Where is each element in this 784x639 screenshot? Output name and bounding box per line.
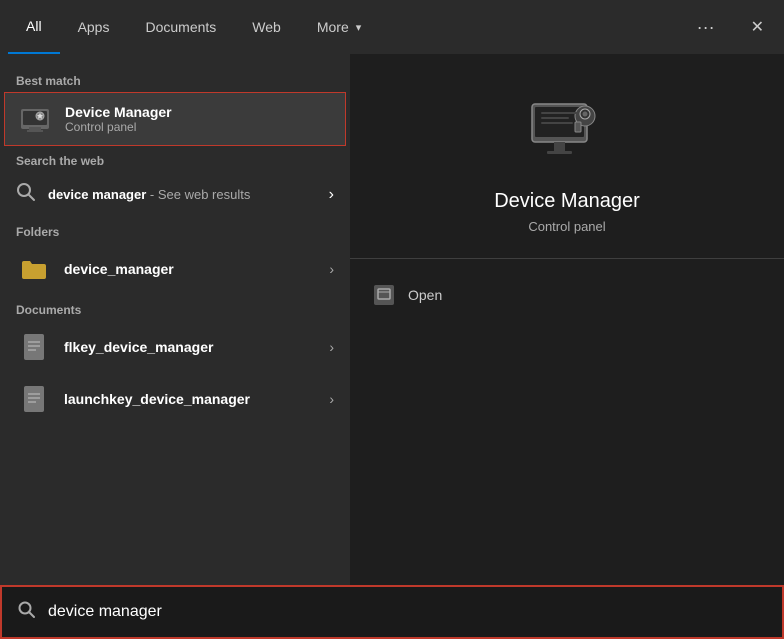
doc-launchkey-icon xyxy=(16,381,52,417)
folder-chevron-icon: › xyxy=(329,261,334,277)
web-search-chevron-icon: › xyxy=(329,186,334,204)
open-action[interactable]: Open xyxy=(350,275,784,315)
close-button[interactable]: ✕ xyxy=(739,9,776,45)
search-input[interactable]: device manager xyxy=(48,603,766,621)
tab-apps[interactable]: Apps xyxy=(60,0,128,54)
doc-item-launchkey[interactable]: launchkey_device_manager › xyxy=(0,373,350,425)
right-panel-title: Device Manager xyxy=(494,190,640,213)
open-label: Open xyxy=(408,287,442,303)
left-panel: Best match Device Manager Control panel … xyxy=(0,54,350,585)
main-layout: Best match Device Manager Control panel … xyxy=(0,54,784,585)
tab-web[interactable]: Web xyxy=(234,0,299,54)
doc-item-flkey[interactable]: flkey_device_manager › xyxy=(0,321,350,373)
top-nav: All Apps Documents Web More ▾ ··· ✕ xyxy=(0,0,784,54)
best-match-label: Best match xyxy=(0,66,350,92)
device-manager-icon xyxy=(17,101,53,137)
doc-launchkey-chevron-icon: › xyxy=(329,391,334,407)
folder-icon xyxy=(16,251,52,287)
web-search-item[interactable]: device manager - See web results › xyxy=(0,172,350,217)
open-action-icon xyxy=(374,285,394,305)
right-panel-device-icon xyxy=(527,94,607,174)
more-options-button[interactable]: ··· xyxy=(689,9,723,46)
right-panel: Device Manager Control panel Open xyxy=(350,54,784,585)
doc-flkey-icon xyxy=(16,329,52,365)
search-web-icon xyxy=(16,182,36,207)
best-match-item[interactable]: Device Manager Control panel xyxy=(4,92,346,146)
web-search-text: device manager - See web results xyxy=(48,187,250,202)
doc-flkey-name: flkey_device_manager xyxy=(64,339,329,355)
tab-more[interactable]: More ▾ xyxy=(299,0,379,54)
best-match-title: Device Manager xyxy=(65,104,333,120)
tab-all[interactable]: All xyxy=(8,0,60,54)
search-icon xyxy=(18,601,36,624)
folders-label: Folders xyxy=(0,217,350,243)
documents-label: Documents xyxy=(0,295,350,321)
more-chevron-icon: ▾ xyxy=(356,21,362,34)
doc-launchkey-name: launchkey_device_manager xyxy=(64,391,329,407)
tab-documents[interactable]: Documents xyxy=(127,0,234,54)
search-web-label: Search the web xyxy=(0,146,350,172)
search-bar: device manager xyxy=(0,585,784,639)
doc-flkey-chevron-icon: › xyxy=(329,339,334,355)
best-match-subtitle: Control panel xyxy=(65,120,333,134)
folder-item-device-manager[interactable]: device_manager › xyxy=(0,243,350,295)
folder-name: device_manager xyxy=(64,261,329,277)
right-panel-divider xyxy=(350,258,784,259)
right-panel-subtitle: Control panel xyxy=(528,219,605,234)
